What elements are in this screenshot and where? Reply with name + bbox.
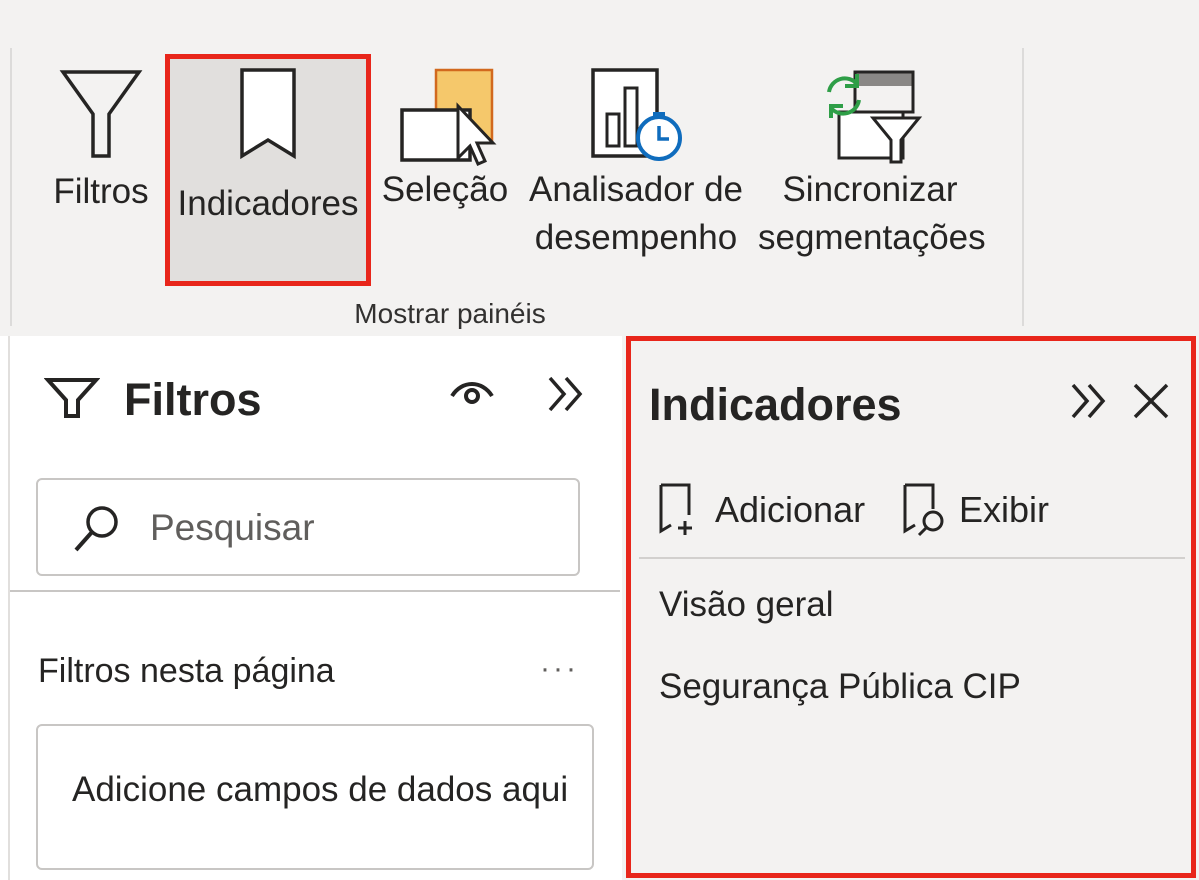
ribbon-group-label: Mostrar painéis xyxy=(354,298,546,329)
view-bookmark-label: Exibir xyxy=(959,489,1050,530)
add-bookmark-label: Adicionar xyxy=(715,489,866,530)
bookmark-item[interactable]: Segurança Pública CIP xyxy=(659,667,1021,707)
add-bookmark-button[interactable]: Adicionar xyxy=(655,481,865,541)
eye-icon[interactable] xyxy=(448,374,496,408)
collapse-chevron-icon[interactable] xyxy=(1067,381,1111,421)
ribbon-separator-left xyxy=(10,48,12,326)
bookmarks-pane-title: Indicadores xyxy=(649,379,902,430)
pane-left-border xyxy=(8,336,10,880)
bookmark-item[interactable]: Visão geral xyxy=(659,585,833,625)
close-icon[interactable] xyxy=(1131,381,1171,421)
filters-divider xyxy=(10,590,620,592)
filters-pane-button-label: Filtros xyxy=(53,172,149,211)
ribbon-separator-right xyxy=(1022,48,1024,326)
search-input[interactable] xyxy=(150,500,550,556)
dropzone-text: Adicione campos de dados aqui xyxy=(72,770,569,809)
filters-on-page-label: Filtros nesta página xyxy=(38,652,335,690)
funnel-icon xyxy=(59,70,143,158)
selection-icon xyxy=(400,68,497,166)
bookmarks-pane: Indicadores Adicionar Exibir Visão geral… xyxy=(626,336,1196,878)
filters-pane-title: Filtros xyxy=(124,374,262,425)
performance-analyzer-icon xyxy=(591,68,682,161)
performance-analyzer-button-label: Analisador de desempenho xyxy=(528,170,744,257)
selection-pane-button-label: Seleção xyxy=(381,170,509,209)
ribbon: Filtros Indicadores Seleção Analisador d… xyxy=(0,0,1199,336)
more-options-button[interactable]: ··· xyxy=(540,652,579,686)
collapse-chevron-icon[interactable] xyxy=(544,374,588,414)
view-bookmarks-button[interactable]: Exibir xyxy=(899,481,1059,541)
selection-pane-button[interactable]: Seleção xyxy=(380,66,510,214)
sync-slicers-button-label: Sincronizar segmentações xyxy=(758,170,986,257)
performance-analyzer-button[interactable]: Analisador de desempenho xyxy=(522,66,750,262)
bookmark-icon xyxy=(240,68,296,160)
search-box xyxy=(36,478,580,576)
filter-dropzone[interactable]: Adicione campos de dados aqui xyxy=(36,724,594,870)
add-bookmark-icon xyxy=(659,483,692,535)
sync-slicers-icon xyxy=(827,70,923,164)
bookmarks-pane-button-label: Indicadores xyxy=(177,184,359,223)
view-bookmark-icon xyxy=(903,483,944,537)
filters-pane-button[interactable]: Filtros xyxy=(46,66,156,216)
bookmarks-divider xyxy=(639,557,1185,559)
sync-slicers-button[interactable]: Sincronizar segmentações xyxy=(758,66,986,262)
filters-pane: Filtros Filtros nesta página ··· Adicion… xyxy=(0,336,622,880)
search-icon xyxy=(74,506,118,552)
bookmarks-pane-button[interactable]: Indicadores xyxy=(165,54,371,286)
filter-icon xyxy=(44,378,100,418)
